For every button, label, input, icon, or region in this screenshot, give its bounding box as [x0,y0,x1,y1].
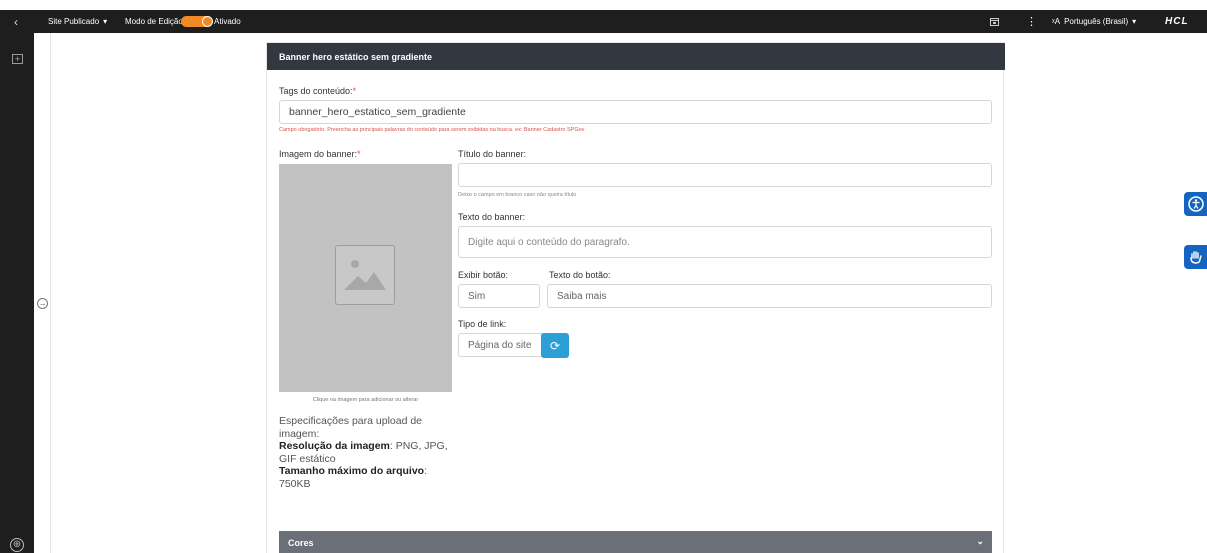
toggle-knob [202,16,213,27]
edit-mode-state: Ativado [214,17,241,26]
image-label: Imagem do banner:* [279,149,361,159]
language-label: Português (Brasil) [1064,17,1129,26]
card-title: Banner hero estático sem gradiente [267,43,1005,70]
expand-arrow-icon[interactable]: → [37,298,48,309]
show-button-label: Exibir botão: [458,270,509,280]
caret-down-icon: ▾ [103,17,108,26]
site-status-label: Site Publicado [48,17,100,26]
colors-section-title: Cores [288,537,314,548]
left-rail [0,33,34,553]
button-text-label: Texto do botão: [549,270,611,280]
link-type-select[interactable]: Página do site [458,333,543,357]
tags-help-text: Campo obrigatório. Preencha as principai… [279,127,585,133]
show-button-select[interactable]: Sim [458,284,540,308]
refresh-icon: ⟳ [549,338,561,353]
caret-down-icon: ▾ [1132,17,1137,26]
chevron-down-icon: ⌄ [976,536,984,546]
translate-icon: ᵡA [1052,17,1061,26]
sign-language-icon[interactable] [1184,245,1207,269]
add-content-icon[interactable]: + [12,54,23,64]
banner-image-upload[interactable] [279,164,452,392]
rail-expander [34,33,51,553]
accessibility-icon[interactable] [1184,192,1207,216]
hcl-logo: HCL [1165,16,1189,27]
language-selector[interactable]: ᵡA Português (Brasil) ▾ [1052,10,1136,33]
calendar-icon[interactable] [990,10,999,33]
banner-title-label: Título do banner: [458,149,527,159]
refresh-button[interactable]: ⟳ [541,333,569,358]
site-status-dropdown[interactable]: Site Publicado ▾ [48,10,107,33]
image-caption: Clique na imagem para adicionar ou alter… [312,397,419,403]
top-toolbar: ‹ Site Publicado ▾ Modo de Edição: Ativa… [0,10,1207,33]
banner-title-help: Deixe o campo em branco caso não queira … [458,192,577,198]
more-options-icon[interactable]: ⋮ [1026,10,1037,33]
edit-mode-label: Modo de Edição: [125,17,186,26]
button-text-input[interactable]: Saiba mais [547,284,992,308]
link-type-label: Tipo de link: [458,319,507,329]
back-chevron-icon[interactable]: ‹ [14,10,18,33]
upload-specs: Especificações para upload de imagem: Re… [279,415,448,490]
globe-icon[interactable]: ⊕ [10,538,24,552]
banner-title-input[interactable] [458,163,992,187]
image-placeholder-icon [335,245,395,305]
tags-label: Tags do conteúdo:* [279,86,357,96]
colors-section-header[interactable]: Cores ⌄ [279,531,992,553]
tags-input[interactable]: banner_hero_estatico_sem_gradiente [279,100,992,124]
banner-editor-card: Banner hero estático sem gradiente Tags … [266,42,1005,553]
banner-text-input[interactable]: Digite aqui o conteúdo do paragrafo. [458,226,992,258]
banner-text-label: Texto do banner: [458,212,526,222]
